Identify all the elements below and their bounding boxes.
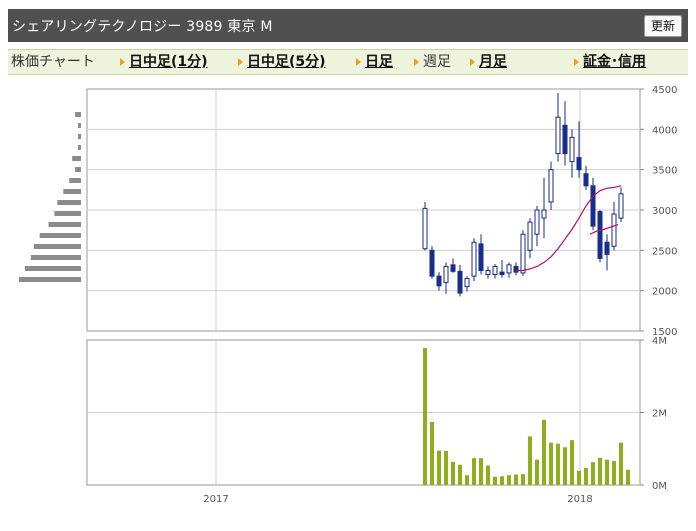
volume-bar [430,421,434,485]
candle-body [436,275,442,287]
volume-profile-bar [63,189,81,194]
volume-profile-bar [54,211,81,216]
volume-bar [451,461,455,485]
stock-chart: 1500200025003000350040004500 4M2M0M2017 2… [19,85,677,505]
price-tick-label: 4000 [652,125,677,136]
volume-bar [556,443,560,485]
volume-bar [493,476,497,485]
x-axis-year-label: 2018 [567,494,592,505]
candle-body [443,265,449,284]
volume-bar [437,450,441,485]
volume-bar [591,462,595,485]
volume-bar [444,450,448,485]
candle-body [583,173,589,187]
volume-bar [626,469,630,485]
candle-body [562,124,568,155]
candle-body [590,185,596,227]
volume-profile-bar [33,244,81,249]
volume-profile-bar [57,200,81,205]
volume-tick-label: 4M [652,336,667,347]
volume-bar [500,476,504,485]
volume-bar [486,465,490,485]
volume-bar [458,464,462,485]
candle-body [618,193,624,219]
volume-bar [612,461,616,485]
volume-profile-bar [39,233,81,238]
volume-bar [605,459,609,485]
volume-profile-bar [48,222,81,227]
volume-profile-bar [69,178,81,183]
volume-bar [563,447,567,485]
volume-profile-bar [78,123,81,128]
candle-body [464,278,470,288]
volume-profile-bar [78,134,81,139]
candle-body [513,265,519,273]
volume-tick-label: 0M [652,481,667,492]
price-panel: 1500200025003000350040004500 [19,85,677,338]
candle-body [576,157,582,171]
price-tick-label: 3000 [652,206,677,217]
price-tick-label: 2000 [652,287,677,298]
volume-panel: 4M 2M 0M 2017 2018 [86,336,667,505]
candle-body [527,221,533,251]
volume-profile-bar [72,156,81,161]
volume-bar [598,457,602,485]
volume-bar [423,347,427,485]
volume-bar [472,458,476,485]
x-axis-year-label: 2017 [203,494,228,505]
volume-bar [549,442,553,485]
volume-bar [542,419,546,485]
candle-body [485,270,491,276]
price-tick-label: 2500 [652,246,677,257]
volume-bar [535,459,539,485]
candle-body [429,249,435,277]
volume-bar [577,470,581,485]
volume-profile-bar [24,266,81,271]
candle-body [457,270,463,294]
volume-profile-bar [75,112,81,117]
candle-body [611,213,617,247]
price-tick-label: 4500 [652,85,677,96]
volume-profile-bar [19,277,81,282]
volume-bar [507,475,511,485]
candle-body [499,271,505,276]
volume-bar [570,440,574,485]
candle-body [520,233,526,274]
candle-body [492,265,498,276]
candle-body [422,207,428,250]
volume-bar [584,467,588,485]
volume-tick-label: 2M [652,409,667,420]
volume-bar [521,474,525,485]
price-tick-label: 3500 [652,166,677,177]
candle-body [450,264,456,272]
candle-body [506,264,512,274]
candle-body [597,211,603,259]
volume-bar [619,442,623,485]
volume-bar [465,475,469,485]
candle-body [478,243,484,272]
volume-profile-bar [75,167,81,172]
volume-profile-bar [78,145,81,150]
candle-body [548,169,554,203]
candle-body [471,241,477,277]
volume-profile-bar [30,255,81,260]
volume-bar [479,458,483,485]
candle-body [534,209,540,235]
candle-body [555,116,561,155]
volume-bar [514,474,518,485]
candle-body [569,136,575,163]
candle-body [541,209,547,219]
candle-body [604,241,610,255]
volume-bar [528,436,532,485]
